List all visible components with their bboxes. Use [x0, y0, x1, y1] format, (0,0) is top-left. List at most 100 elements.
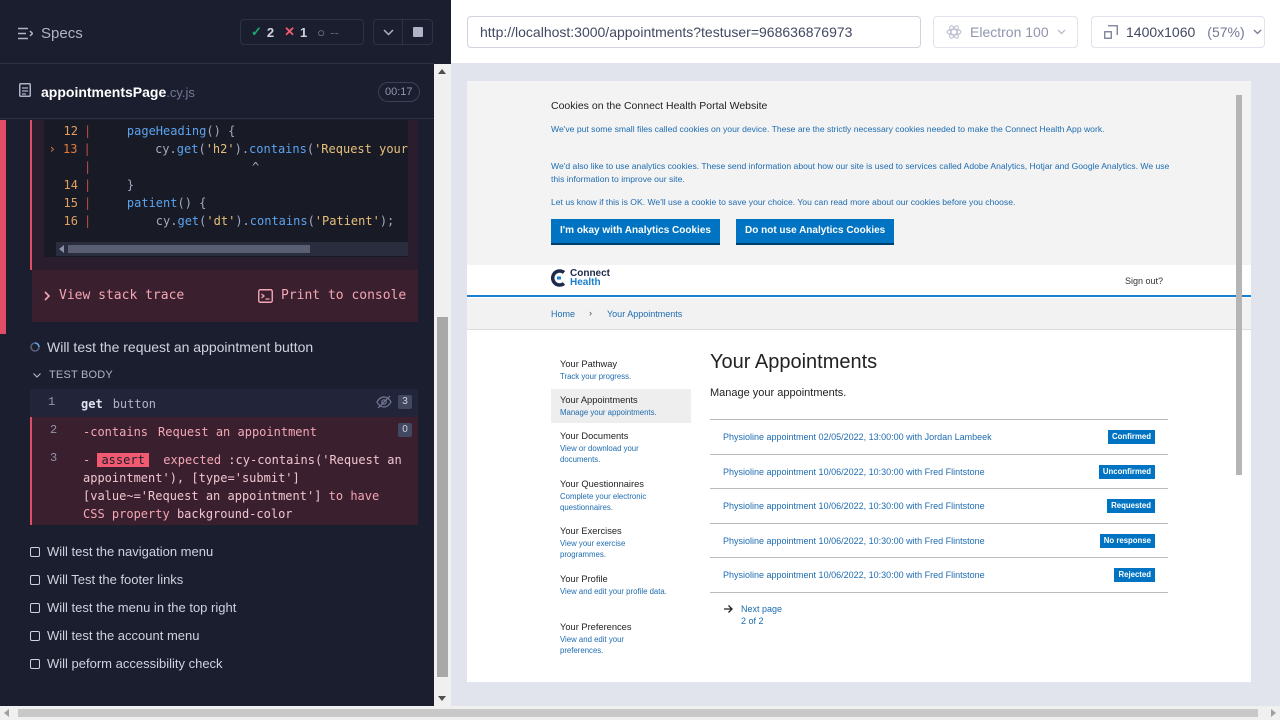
command-number: 2: [50, 423, 58, 437]
assert-badge: assert: [97, 453, 149, 467]
command-row-assert-failed[interactable]: 3 - assert expected :cy-contains('Reques…: [30, 445, 418, 525]
logo-c-icon: [551, 269, 566, 287]
assert-property: background-color: [176, 507, 293, 521]
viewport-size: 1400x1060: [1126, 24, 1196, 40]
command-number: 3: [50, 451, 58, 465]
code-text: }: [98, 178, 135, 192]
nav-item-documents[interactable]: Your Documents View or download your docu…: [551, 431, 647, 465]
running-spinner-icon: [30, 342, 40, 352]
test-item[interactable]: Will peform accessibility check: [30, 656, 223, 671]
line-number: 16: [63, 214, 78, 228]
appointment-row: Physioline appointment 10/06/2022, 10:30…: [710, 455, 1168, 489]
stop-icon: [412, 27, 423, 37]
nav-item-profile[interactable]: Your Profile View and edit your profile d…: [551, 574, 669, 597]
pending-checkbox-icon: [30, 630, 40, 641]
site-header: Connect Health Sign out?: [467, 265, 1251, 297]
viewport-scale: (57%): [1207, 24, 1245, 40]
scrollbar-thumb[interactable]: [68, 245, 310, 253]
appointment-link[interactable]: Physioline appointment 10/06/2022, 10:30…: [723, 501, 985, 511]
code-line: 16 | cy.get('dt').contains('Patient');: [44, 212, 408, 230]
aut-vertical-scrollbar[interactable]: [1233, 81, 1245, 682]
page-count: 2 of 2: [741, 616, 764, 626]
scroll-down-arrow-icon[interactable]: [438, 696, 446, 701]
scroll-up-arrow-icon[interactable]: [438, 69, 446, 74]
spec-duration: 00:17: [378, 82, 420, 102]
command-row-failed[interactable]: 2 -contains Request an appointment 0: [30, 417, 418, 445]
accept-analytics-cookies-button[interactable]: I'm okay with Analytics Cookies: [551, 219, 720, 245]
code-frame: 12 | pageHeading() { › 13 | cy.get('h2').c…: [30, 120, 418, 270]
scrollbar-thumb[interactable]: [18, 709, 1258, 717]
print-to-console-button[interactable]: Print to console: [258, 288, 406, 303]
code-fn: contains: [249, 142, 307, 156]
file-icon: [19, 83, 31, 97]
window-horizontal-scrollbar[interactable]: [0, 706, 1280, 720]
appointment-link[interactable]: Physioline appointment 10/06/2022, 10:30…: [723, 536, 985, 546]
running-test-title[interactable]: Will test the request an appointment but…: [30, 339, 313, 355]
nav-item-desc: View your exercise programmes.: [560, 539, 626, 559]
view-stack-trace-button[interactable]: View stack trace: [44, 288, 184, 303]
next-page-link[interactable]: Next page 2 of 2: [723, 604, 782, 626]
scrollbar-thumb[interactable]: [437, 317, 448, 677]
appointment-link[interactable]: Physioline appointment 10/06/2022, 10:30…: [723, 570, 985, 580]
reporter-header: Specs ✓ 2 ✕ 1 ○ --: [0, 0, 434, 64]
test-item[interactable]: Will Test the footer links: [30, 572, 183, 587]
reject-analytics-cookies-button[interactable]: Do not use Analytics Cookies: [736, 219, 895, 245]
nav-item-title: Your Profile: [560, 574, 608, 584]
viewport-icon: [1104, 25, 1118, 39]
nav-item-preferences[interactable]: Your Preferences View and edit your prefe…: [551, 622, 647, 656]
status-badge: Unconfirmed: [1098, 464, 1155, 479]
code-horizontal-scrollbar[interactable]: [56, 242, 408, 256]
test-item[interactable]: Will test the navigation menu: [30, 544, 213, 559]
test-body-header[interactable]: TEST BODY: [33, 369, 113, 381]
appointment-row: Physioline appointment 02/05/2022, 13:00…: [710, 420, 1168, 455]
reporter-vertical-scrollbar[interactable]: [434, 64, 451, 706]
test-item[interactable]: Will test the menu in the top right: [30, 600, 236, 615]
nav-item-pathway[interactable]: Your Pathway Track your progress.: [551, 359, 691, 382]
nav-item-desc: View and edit your preferences.: [560, 635, 625, 655]
nav-item-desc: View and edit your profile data.: [560, 587, 667, 596]
appointment-row: Physioline appointment 10/06/2022, 10:30…: [710, 489, 1168, 524]
cookie-banner-title: Cookies on the Connect Health Portal Web…: [551, 100, 768, 112]
spec-header[interactable]: appointmentsPage.cy.js 00:17: [0, 65, 434, 119]
code-text: cy.: [97, 142, 177, 156]
nav-item-exercises[interactable]: Your Exercises View your exercise program…: [551, 526, 641, 560]
collapse-button[interactable]: [373, 19, 403, 45]
nav-item-desc: Track your progress.: [560, 372, 632, 381]
line-number: 12: [63, 124, 78, 138]
breadcrumb-current-link[interactable]: Your Appointments: [607, 309, 682, 319]
test-title: Will test the navigation menu: [47, 544, 214, 559]
breadcrumb-home-link[interactable]: Home: [551, 309, 575, 319]
connect-health-logo[interactable]: Connect Health: [551, 269, 610, 288]
cookie-paragraph: Let us know if this is OK. We'll use a c…: [551, 197, 1016, 207]
viewport-selector[interactable]: 1400x1060 (57%): [1091, 16, 1265, 48]
sign-out-link[interactable]: Sign out?: [1125, 276, 1163, 286]
passed-check-icon: ✓: [251, 24, 262, 39]
browser-selector[interactable]: Electron 100: [933, 16, 1078, 48]
command-row[interactable]: 1 get button 3: [30, 389, 418, 417]
nav-item-questionnaires[interactable]: Your Questionnaires Complete your electro…: [551, 479, 671, 513]
test-item[interactable]: Will test the account menu: [30, 628, 199, 643]
chevron-right-icon: [44, 290, 51, 301]
code-text: () {: [177, 196, 207, 210]
test-title: Will test the account menu: [47, 628, 200, 643]
stop-button[interactable]: [403, 19, 433, 45]
page-title: Your Appointments: [710, 351, 878, 373]
appointment-link[interactable]: Physioline appointment 10/06/2022, 10:30…: [723, 467, 985, 477]
scrollbar-thumb[interactable]: [1236, 95, 1242, 475]
test-title: Will Test the footer links: [47, 572, 184, 587]
scroll-right-arrow-icon[interactable]: [1271, 709, 1276, 717]
appointment-link[interactable]: Physioline appointment 02/05/2022, 13:00…: [723, 432, 992, 442]
code-text: ).: [234, 142, 250, 156]
failed-count: 1: [300, 24, 308, 40]
url-bar[interactable]: http://localhost:3000/appointments?testu…: [467, 16, 921, 48]
code-fn: patient: [126, 196, 178, 210]
code-text: );: [379, 214, 395, 228]
specs-button[interactable]: Specs: [18, 22, 83, 44]
scroll-left-arrow-icon[interactable]: [4, 709, 9, 717]
current-line-arrow-icon: ›: [48, 142, 64, 156]
cookie-paragraph: We've put some small files called cookie…: [551, 124, 1105, 134]
hidden-eye-icon: [376, 395, 392, 409]
scroll-left-arrow-icon[interactable]: [59, 245, 64, 253]
nav-item-appointments[interactable]: Your Appointments Manage your appointment…: [551, 389, 691, 423]
nav-item-title: Your Documents: [560, 431, 629, 441]
